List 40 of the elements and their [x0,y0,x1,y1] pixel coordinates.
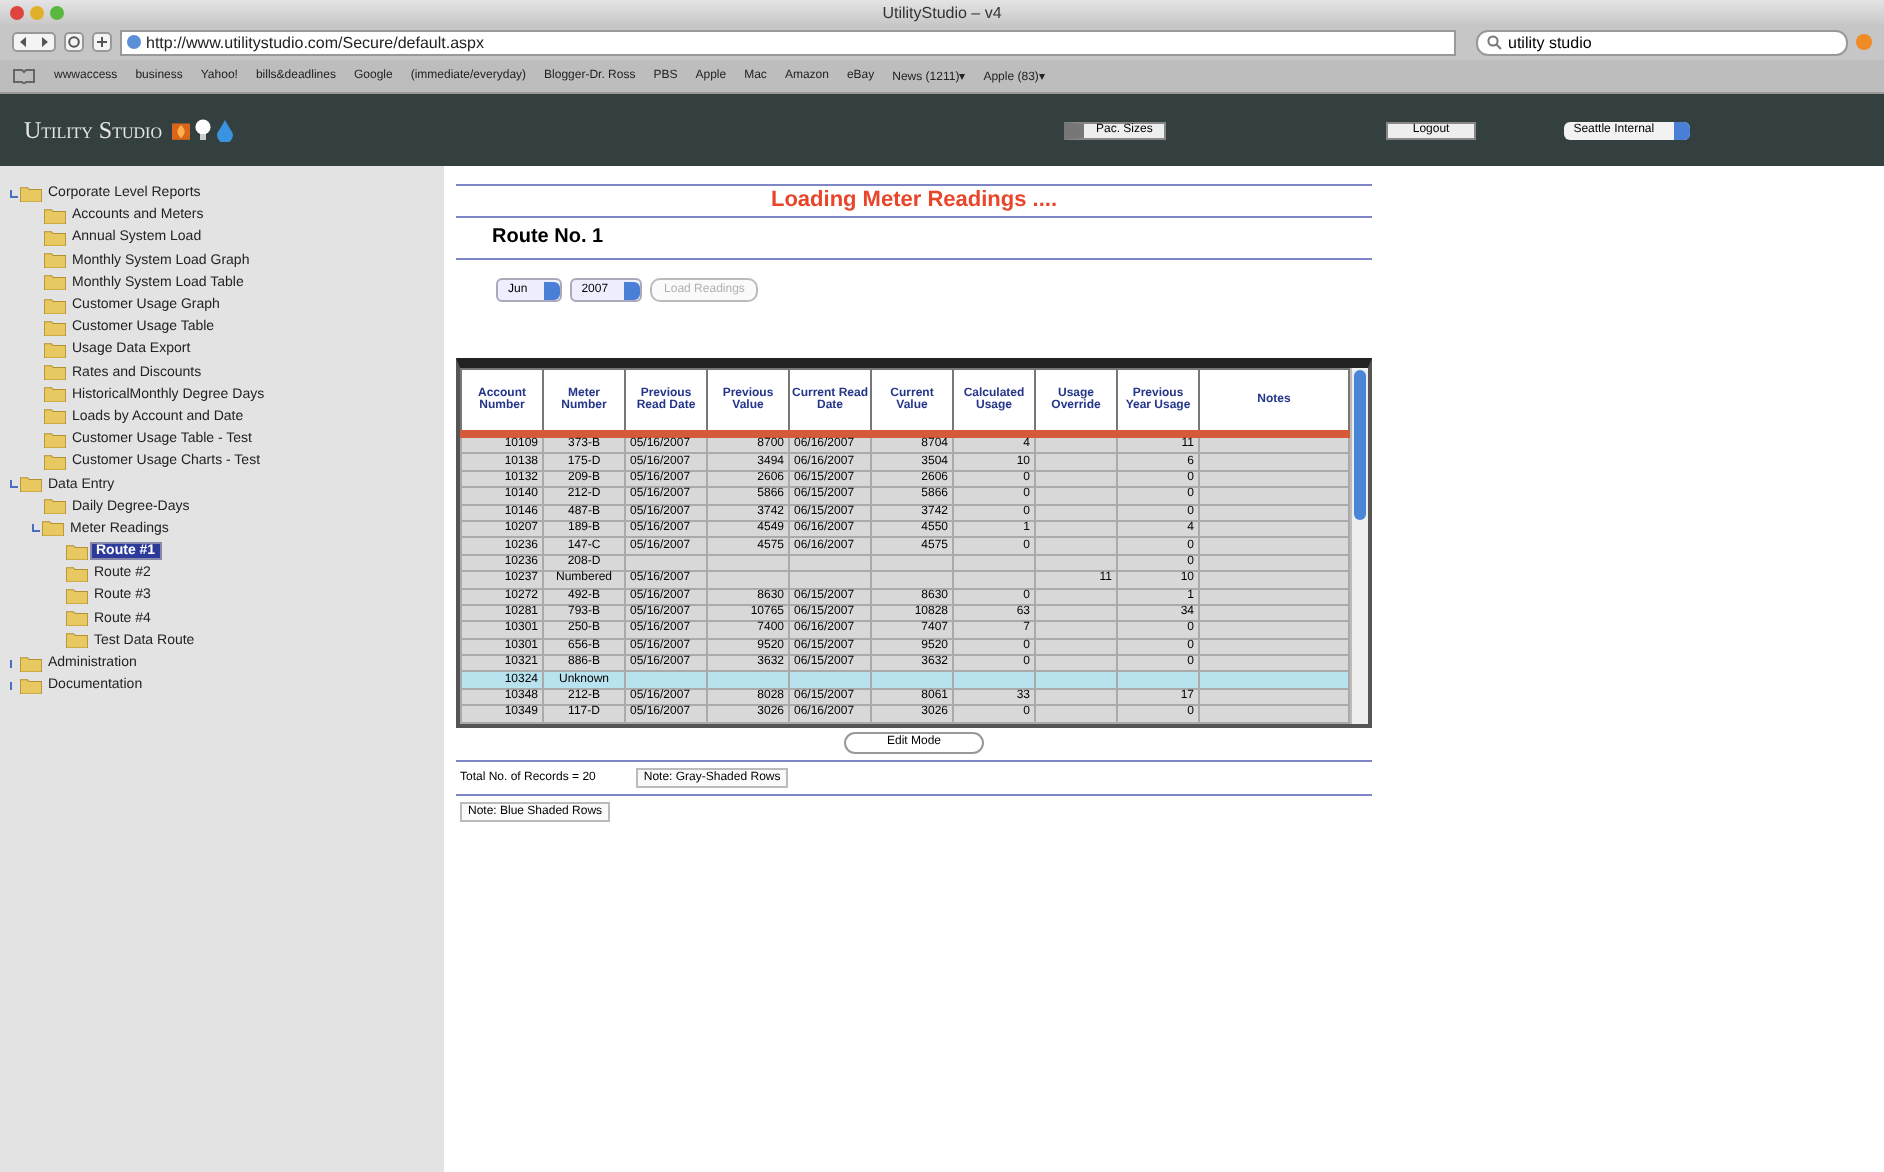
search-icon [1486,34,1502,50]
back-forward-icon[interactable] [12,32,56,52]
folder-icon [44,297,66,314]
address-field[interactable]: http://www.utilitystudio.com/Secure/default.aspx [120,29,1456,55]
folder-icon [44,252,66,269]
bookmarks-icon[interactable] [12,68,36,84]
logo-text: Utility Studio [24,115,162,145]
search-field[interactable]: utility studio [1476,29,1848,55]
folder-icon [66,587,88,604]
folder-icon [42,520,64,537]
folder-icon [20,655,42,672]
folder-icon [66,632,88,649]
folder-icon [20,185,42,202]
folder-icon [44,386,66,403]
folder-icon [44,341,66,358]
close-icon[interactable] [10,5,24,19]
folder-icon [66,610,88,627]
reload-icon[interactable] [64,32,84,52]
folder-icon [20,476,42,493]
folder-icon [20,677,42,694]
folder-icon [44,319,66,336]
globe-icon [126,34,142,50]
folder-icon [44,453,66,470]
window-title: UtilityStudio – v4 [880,3,1004,21]
folder-icon [44,498,66,515]
flame-icon [172,118,190,142]
add-icon[interactable] [92,32,112,52]
light-bulb-icon [194,118,212,142]
folder-icon [44,207,66,224]
folder-icon [44,408,66,425]
status-message: Loading Meter Readings .... [768,188,1060,214]
water-drop-icon [216,118,234,142]
folder-icon [66,543,88,560]
scrollbar[interactable] [1350,368,1368,724]
folder-icon [44,431,66,448]
folder-icon [66,565,88,582]
folder-icon [44,229,66,246]
folder-icon [44,364,66,381]
route-title: Route No. 1 [490,224,606,252]
folder-icon [44,274,66,291]
